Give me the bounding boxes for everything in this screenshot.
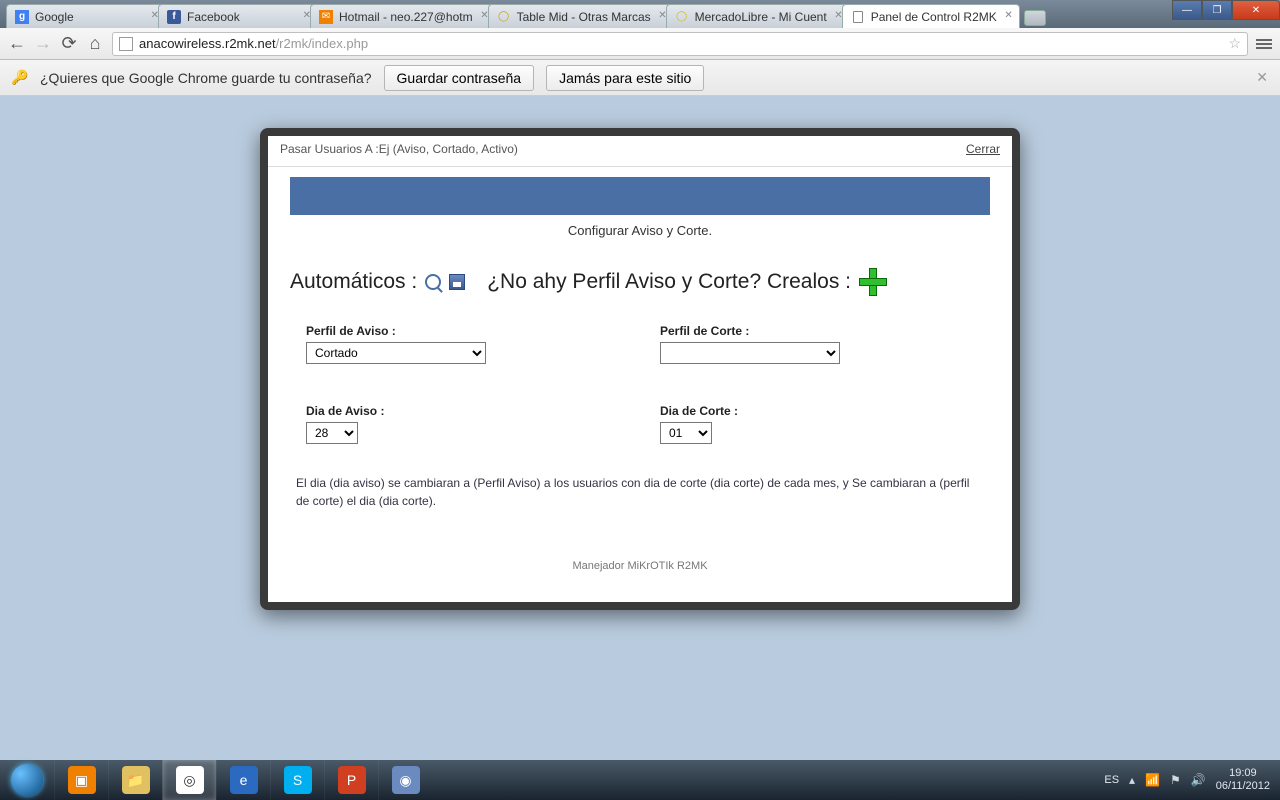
bookmark-star-icon[interactable]: ☆ bbox=[1228, 35, 1241, 52]
show-hidden-icons[interactable]: ▴ bbox=[1129, 773, 1135, 787]
modal-note: El dia (dia aviso) se cambiaran a (Perfi… bbox=[290, 444, 990, 520]
modal-breadcrumb: Pasar Usuarios A :Ej (Aviso, Cortado, Ac… bbox=[280, 142, 518, 156]
window-close-button[interactable]: ✕ bbox=[1232, 0, 1280, 20]
facebook-icon: f bbox=[167, 10, 181, 24]
perfil-aviso-select[interactable]: Cortado bbox=[306, 342, 486, 364]
page-background: Pasar Usuarios A :Ej (Aviso, Cortado, Ac… bbox=[0, 96, 1280, 760]
save-password-infobar: 🔑 ¿Quieres que Google Chrome guarde tu c… bbox=[0, 60, 1280, 96]
clock-date: 06/11/2012 bbox=[1216, 780, 1270, 793]
taskbar-winbox[interactable]: ◉ bbox=[378, 760, 432, 800]
tab-mercadolibre[interactable]: ◯ MercadoLibre - Mi Cuent ✕ bbox=[666, 4, 850, 28]
mercadolibre-icon: ◯ bbox=[675, 10, 689, 24]
network-icon[interactable]: 📶 bbox=[1145, 773, 1160, 787]
back-button[interactable]: ← bbox=[8, 33, 26, 54]
browser-toolbar: ← → ⟳ ⌂ anacowireless.r2mk.net/r2mk/inde… bbox=[0, 28, 1280, 60]
save-password-button[interactable]: Guardar contraseña bbox=[384, 65, 535, 91]
taskbar-clock[interactable]: 19:09 06/11/2012 bbox=[1216, 767, 1270, 793]
dia-corte-label: Dia de Corte : bbox=[660, 404, 974, 418]
site-info-icon[interactable] bbox=[119, 37, 133, 51]
field-perfil-corte: Perfil de Corte : bbox=[660, 324, 974, 364]
field-perfil-aviso: Perfil de Aviso : Cortado bbox=[306, 324, 620, 364]
tab-label: MercadoLibre - Mi Cuent bbox=[695, 10, 827, 24]
dia-aviso-select[interactable]: 28 bbox=[306, 422, 358, 444]
document-icon bbox=[851, 10, 865, 24]
tab-google[interactable]: g Google ✕ bbox=[6, 4, 166, 28]
tab-label: Google bbox=[35, 10, 74, 24]
search-icon[interactable] bbox=[425, 274, 441, 290]
new-tab-button[interactable] bbox=[1024, 10, 1046, 26]
taskbar-skype[interactable]: S bbox=[270, 760, 324, 800]
field-dia-aviso: Dia de Aviso : 28 bbox=[306, 404, 620, 444]
tab-strip: g Google ✕ f Facebook ✕ ✉ Hotmail - neo.… bbox=[0, 0, 1280, 28]
taskbar-chrome[interactable]: ◎ bbox=[162, 760, 216, 800]
save-icon[interactable] bbox=[449, 274, 465, 290]
maximize-button[interactable]: ❐ bbox=[1202, 0, 1232, 20]
perfil-aviso-label: Perfil de Aviso : bbox=[306, 324, 620, 338]
taskbar-media-player[interactable]: ▣ bbox=[54, 760, 108, 800]
tab-hotmail[interactable]: ✉ Hotmail - neo.227@hotm ✕ bbox=[310, 4, 496, 28]
automaticos-label: Automáticos : bbox=[290, 270, 417, 294]
volume-icon[interactable]: 🔊 bbox=[1191, 773, 1206, 787]
tab-label: Table Mid - Otras Marcas bbox=[517, 10, 651, 24]
hotmail-icon: ✉ bbox=[319, 10, 333, 24]
tab-label: Panel de Control R2MK bbox=[871, 10, 997, 24]
perfil-corte-label: Perfil de Corte : bbox=[660, 324, 974, 338]
perfil-corte-select[interactable] bbox=[660, 342, 840, 364]
url-host: anacowireless.r2mk.net bbox=[139, 36, 276, 51]
language-indicator[interactable]: ES bbox=[1104, 774, 1119, 786]
browser-viewport: Pasar Usuarios A :Ej (Aviso, Cortado, Ac… bbox=[0, 96, 1280, 760]
minimize-button[interactable]: — bbox=[1172, 0, 1202, 20]
action-center-icon[interactable]: ⚑ bbox=[1170, 773, 1181, 787]
windows-taskbar: ▣ 📁 ◎ e S P ◉ ES ▴ 📶 ⚑ 🔊 19:09 06/11/201… bbox=[0, 760, 1280, 800]
modal-footer: Manejador MiKrOTIk R2MK bbox=[290, 520, 990, 582]
never-save-password-button[interactable]: Jamás para este sitio bbox=[546, 65, 704, 91]
clock-time: 19:09 bbox=[1216, 767, 1270, 780]
tab-panel-control[interactable]: Panel de Control R2MK ✕ bbox=[842, 4, 1020, 28]
taskbar-explorer[interactable]: 📁 bbox=[108, 760, 162, 800]
reload-button[interactable]: ⟳ bbox=[60, 33, 78, 54]
chrome-menu-button[interactable] bbox=[1256, 39, 1272, 49]
address-bar[interactable]: anacowireless.r2mk.net/r2mk/index.php ☆ bbox=[112, 32, 1248, 56]
infobar-text: ¿Quieres que Google Chrome guarde tu con… bbox=[40, 70, 372, 86]
tab-tablemid[interactable]: ◯ Table Mid - Otras Marcas ✕ bbox=[488, 4, 674, 28]
modal-banner bbox=[290, 177, 990, 215]
tab-facebook[interactable]: f Facebook ✕ bbox=[158, 4, 318, 28]
config-modal: Pasar Usuarios A :Ej (Aviso, Cortado, Ac… bbox=[260, 128, 1020, 610]
start-button[interactable] bbox=[0, 760, 54, 800]
site-icon: ◯ bbox=[497, 10, 511, 24]
create-profiles-label: ¿No ahy Perfil Aviso y Corte? Crealos : bbox=[487, 270, 851, 294]
infobar-close-icon[interactable]: ✕ bbox=[1256, 69, 1268, 86]
taskbar-powerpoint[interactable]: P bbox=[324, 760, 378, 800]
window-controls: — ❐ ✕ bbox=[1172, 0, 1280, 20]
system-tray: ES ▴ 📶 ⚑ 🔊 19:09 06/11/2012 bbox=[1094, 767, 1280, 793]
close-icon[interactable]: ✕ bbox=[1004, 10, 1012, 21]
dia-aviso-label: Dia de Aviso : bbox=[306, 404, 620, 418]
forward-button[interactable]: → bbox=[34, 33, 52, 54]
dia-corte-select[interactable]: 01 bbox=[660, 422, 712, 444]
field-dia-corte: Dia de Corte : 01 bbox=[660, 404, 974, 444]
home-button[interactable]: ⌂ bbox=[86, 33, 104, 54]
key-icon: 🔑 bbox=[12, 70, 28, 86]
taskbar-ie[interactable]: e bbox=[216, 760, 270, 800]
url-path: /r2mk/index.php bbox=[276, 36, 369, 51]
modal-close-link[interactable]: Cerrar bbox=[966, 142, 1000, 156]
tab-label: Facebook bbox=[187, 10, 240, 24]
modal-subtitle: Configurar Aviso y Corte. bbox=[290, 215, 990, 268]
add-icon[interactable] bbox=[859, 268, 887, 296]
google-icon: g bbox=[15, 10, 29, 24]
tab-label: Hotmail - neo.227@hotm bbox=[339, 10, 473, 24]
